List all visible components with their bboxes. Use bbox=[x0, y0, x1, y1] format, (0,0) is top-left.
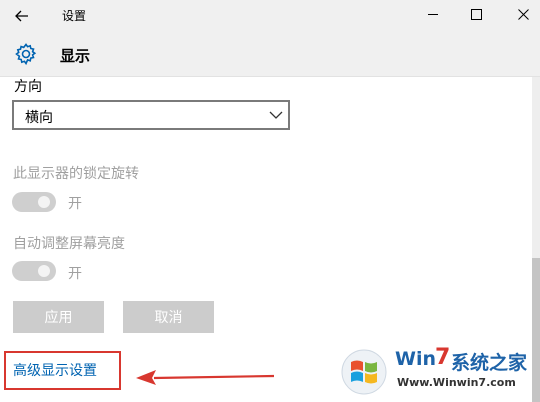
back-arrow-icon[interactable] bbox=[10, 4, 34, 28]
title-bar: 设置 bbox=[0, 0, 540, 32]
auto-brightness-label: 自动调整屏幕亮度 bbox=[13, 236, 125, 252]
auto-brightness-toggle[interactable] bbox=[12, 261, 56, 281]
rotation-lock-state: 开 bbox=[68, 196, 82, 212]
orientation-dropdown[interactable]: 横向 bbox=[12, 100, 290, 130]
page-title: 显示 bbox=[60, 47, 91, 65]
watermark-logo: Win 7 系统之家 Www.Winwin7.com bbox=[335, 345, 532, 398]
gear-icon bbox=[12, 40, 40, 68]
window-title: 设置 bbox=[62, 9, 87, 23]
orientation-label: 方向 bbox=[14, 79, 42, 95]
apply-button[interactable]: 应用 bbox=[13, 301, 104, 333]
toggle-knob bbox=[38, 196, 50, 208]
scrollbar-thumb[interactable] bbox=[532, 258, 540, 402]
windows-flag-icon bbox=[341, 349, 387, 395]
chevron-down-icon bbox=[268, 108, 284, 122]
annotation-arrow bbox=[136, 370, 275, 385]
rotation-lock-label: 此显示器的锁定旋转 bbox=[13, 166, 139, 182]
toggle-knob bbox=[38, 265, 50, 277]
auto-brightness-state: 开 bbox=[68, 266, 82, 282]
minimize-icon[interactable] bbox=[418, 0, 448, 28]
orientation-selected-value: 横向 bbox=[25, 110, 53, 126]
page-header: 显示 bbox=[0, 32, 540, 77]
cancel-button[interactable]: 取消 bbox=[123, 301, 214, 333]
rotation-lock-toggle[interactable] bbox=[12, 192, 56, 212]
watermark-brand-suffix: 系统之家 bbox=[451, 352, 528, 374]
watermark-brand-digit: 7 bbox=[435, 345, 451, 370]
watermark-brand-prefix: Win bbox=[395, 348, 436, 370]
close-icon[interactable] bbox=[508, 0, 538, 28]
advanced-display-settings-link[interactable]: 高级显示设置 bbox=[13, 360, 97, 380]
watermark-url: Www.Winwin7.com bbox=[397, 376, 516, 389]
maximize-icon[interactable] bbox=[461, 0, 491, 28]
